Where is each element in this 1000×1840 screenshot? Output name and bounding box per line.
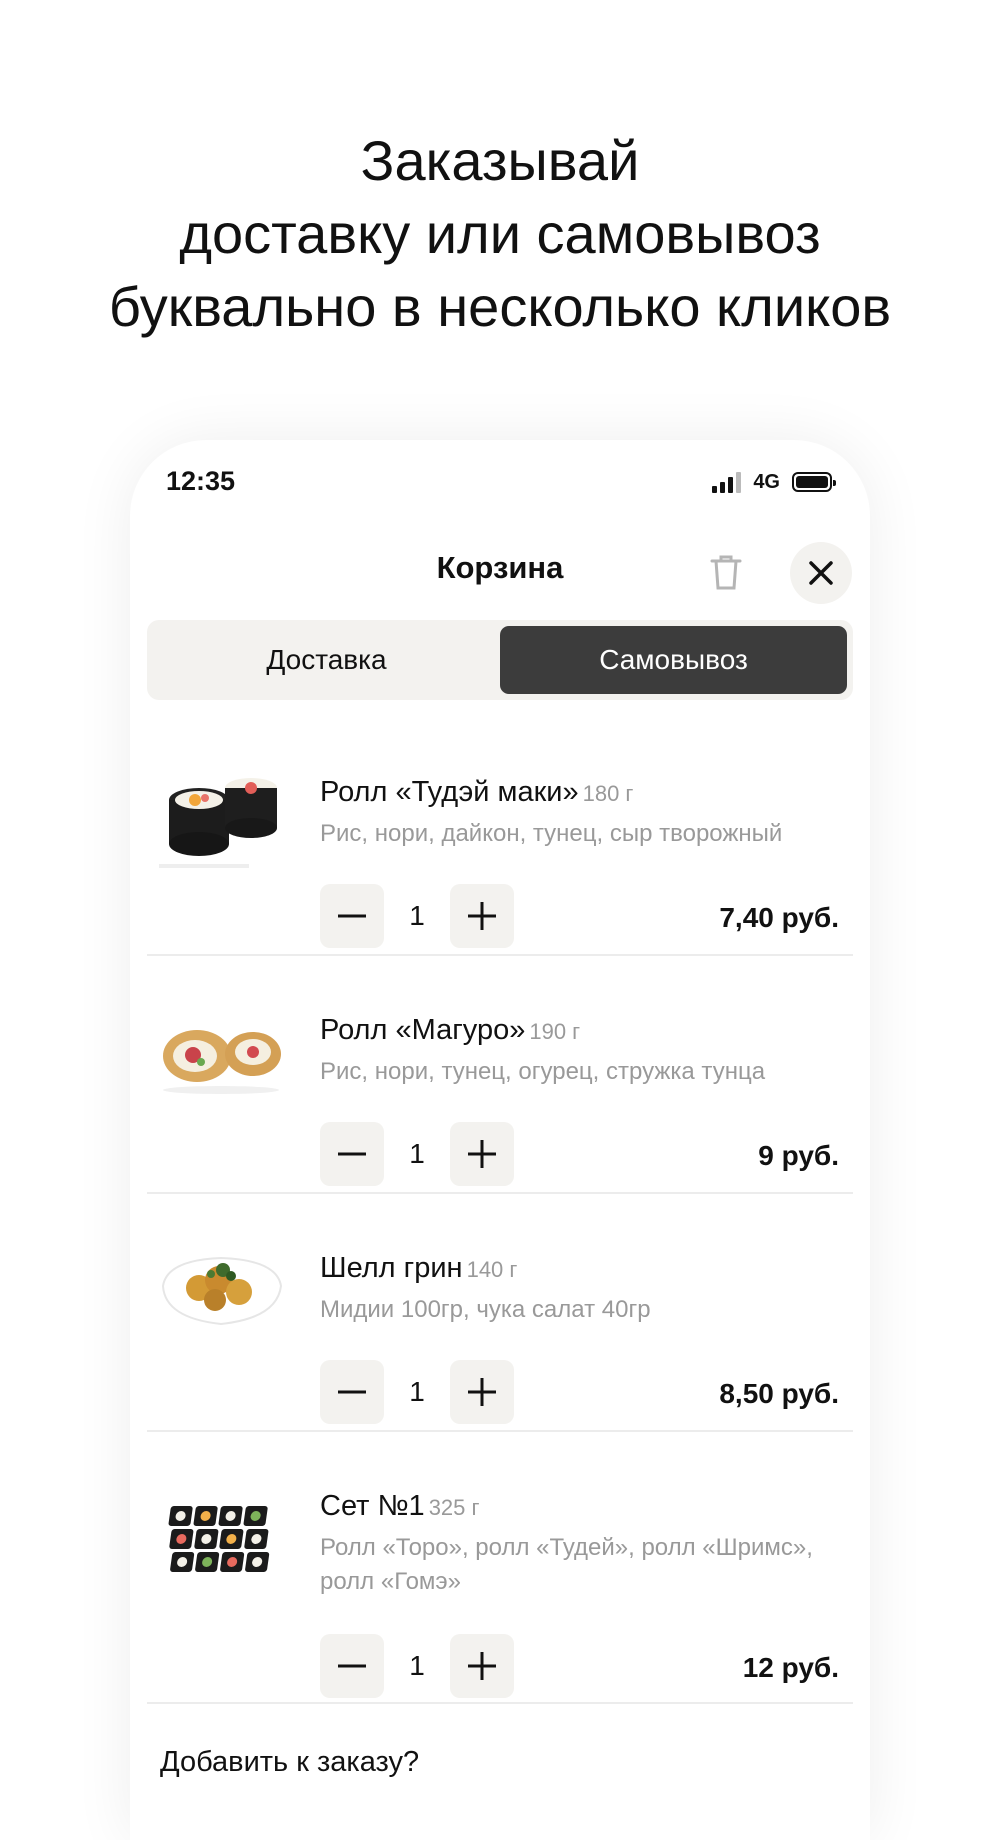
item-weight: 140 г bbox=[466, 1257, 518, 1282]
quantity-stepper: 1 bbox=[320, 1122, 514, 1186]
network-type: 4G bbox=[753, 470, 780, 493]
item-price: 7,40 руб. bbox=[719, 902, 839, 933]
minus-icon bbox=[338, 1664, 366, 1668]
status-time: 12:35 bbox=[166, 466, 236, 496]
promo-headline: Заказывай доставку или самовывоз букваль… bbox=[0, 124, 1000, 343]
divider bbox=[147, 1702, 853, 1704]
delivery-mode-switch: Доставка Самовывоз bbox=[147, 620, 853, 700]
product-image bbox=[157, 998, 287, 1108]
promo-line-1: Заказывай bbox=[360, 129, 640, 192]
item-price: 9 руб. bbox=[758, 1140, 839, 1171]
increase-button[interactable] bbox=[450, 884, 514, 948]
page-title: Корзина bbox=[436, 550, 564, 585]
quantity-stepper: 1 bbox=[320, 1634, 514, 1698]
decrease-button[interactable] bbox=[320, 884, 384, 948]
divider bbox=[147, 1192, 853, 1194]
product-image bbox=[157, 760, 287, 870]
plus-icon bbox=[468, 1140, 496, 1168]
minus-icon bbox=[338, 914, 366, 918]
item-name: Шелл грин bbox=[320, 1252, 463, 1284]
increase-button[interactable] bbox=[450, 1122, 514, 1186]
battery-icon bbox=[792, 472, 836, 492]
plus-icon bbox=[468, 902, 496, 930]
plus-icon bbox=[468, 1378, 496, 1406]
item-title: Ролл «Магуро» 190 г bbox=[320, 1014, 580, 1047]
item-title: Шелл грин 140 г bbox=[320, 1252, 517, 1285]
minus-icon bbox=[338, 1152, 366, 1156]
item-title: Ролл «Тудэй маки» 180 г bbox=[320, 776, 633, 809]
decrease-button[interactable] bbox=[320, 1360, 384, 1424]
item-quantity: 1 bbox=[409, 900, 425, 931]
item-description: Рис, нори, тунец, огурец, стружка тунца bbox=[320, 1058, 766, 1085]
item-title: Сет №1 325 г bbox=[320, 1490, 480, 1523]
divider bbox=[147, 954, 853, 956]
phone-screen: 12:35 4G Корзина Доставка Самовывоз Ролл… bbox=[130, 440, 870, 1840]
item-quantity: 1 bbox=[409, 1650, 425, 1681]
item-name: Ролл «Тудэй маки» bbox=[320, 776, 579, 808]
item-description: Рис, нори, дайкон, тунец, сыр творожный bbox=[320, 820, 783, 847]
quantity-stepper: 1 bbox=[320, 884, 514, 948]
item-weight: 180 г bbox=[582, 781, 634, 806]
item-quantity: 1 bbox=[409, 1376, 425, 1407]
item-description: Ролл «Торо», ролл «Тудей», ролл «Шримс»,… bbox=[320, 1534, 813, 1595]
divider bbox=[147, 1430, 853, 1432]
item-quantity: 1 bbox=[409, 1138, 425, 1169]
item-description: Мидии 100гр, чука салат 40гр bbox=[320, 1296, 651, 1323]
plus-icon bbox=[468, 1652, 496, 1680]
item-name: Ролл «Магуро» bbox=[320, 1014, 526, 1046]
signal-icon bbox=[712, 471, 742, 493]
product-image bbox=[157, 1484, 287, 1594]
tab-pickup[interactable]: Самовывоз bbox=[500, 626, 847, 694]
close-icon bbox=[809, 561, 833, 585]
minus-icon bbox=[338, 1390, 366, 1394]
quantity-stepper: 1 bbox=[320, 1360, 514, 1424]
promo-line-2: доставку или самовывоз bbox=[179, 202, 821, 265]
trash-icon[interactable] bbox=[708, 552, 744, 592]
status-indicators: 4G bbox=[712, 470, 836, 494]
decrease-button[interactable] bbox=[320, 1122, 384, 1186]
decrease-button[interactable] bbox=[320, 1634, 384, 1698]
item-weight: 190 г bbox=[529, 1019, 581, 1044]
increase-button[interactable] bbox=[450, 1634, 514, 1698]
item-name: Сет №1 bbox=[320, 1490, 425, 1522]
add-to-order-heading: Добавить к заказу? bbox=[160, 1746, 420, 1778]
item-weight: 325 г bbox=[428, 1495, 480, 1520]
product-image bbox=[157, 1236, 287, 1346]
item-price: 8,50 руб. bbox=[719, 1378, 839, 1409]
promo-line-3: буквально в несколько кликов bbox=[108, 275, 892, 338]
close-button[interactable] bbox=[790, 542, 852, 604]
tab-delivery[interactable]: Доставка bbox=[153, 626, 500, 694]
item-price: 12 руб. bbox=[742, 1652, 839, 1683]
increase-button[interactable] bbox=[450, 1360, 514, 1424]
